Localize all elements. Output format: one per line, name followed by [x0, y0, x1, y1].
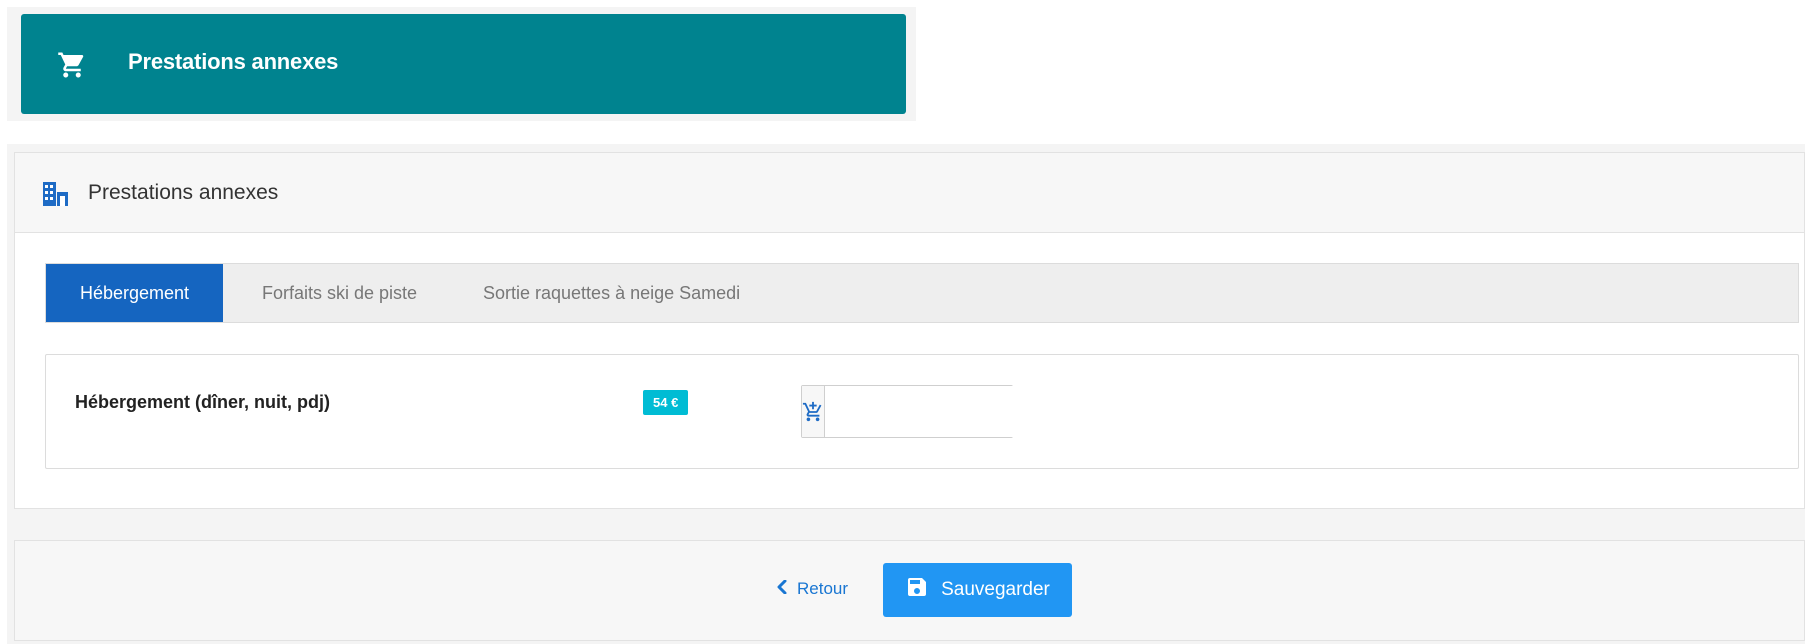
price-badge: 54 € [643, 390, 689, 415]
chevron-left-icon [777, 579, 787, 599]
form-footer: Retour Sauvegarder [14, 540, 1805, 641]
services-tabs: Hébergement Forfaits ski de piste Sortie… [45, 263, 1799, 323]
back-label: Retour [797, 579, 849, 598]
quantity-group [801, 385, 1052, 438]
tab-sortie-raquettes[interactable]: Sortie raquettes à neige Samedi [456, 264, 740, 322]
panel-title: Prestations annexes [88, 181, 279, 204]
top-banner-wrapper: Prestations annexes [7, 7, 916, 121]
floppy-disk-icon [905, 575, 929, 605]
panel-header: Prestations annexes [15, 153, 1804, 233]
save-label: Sauvegarder [941, 579, 1050, 600]
save-button[interactable]: Sauvegarder [883, 563, 1072, 617]
building-icon [43, 182, 69, 206]
tab-forfaits-ski[interactable]: Forfaits ski de piste [223, 264, 456, 322]
back-link[interactable]: Retour [777, 579, 848, 599]
services-panel: Prestations annexes Hébergement Forfaits… [14, 152, 1805, 509]
cart-plus-icon [802, 386, 825, 437]
service-item: Hébergement (dîner, nuit, pdj) 54 € [45, 354, 1799, 469]
tab-hebergement[interactable]: Hébergement [46, 264, 223, 322]
shopping-cart-icon [57, 50, 87, 80]
quantity-input[interactable] [825, 386, 1052, 437]
item-label: Hébergement (dîner, nuit, pdj) [75, 392, 331, 412]
top-banner: Prestations annexes [21, 14, 906, 114]
banner-title: Prestations annexes [128, 49, 339, 74]
